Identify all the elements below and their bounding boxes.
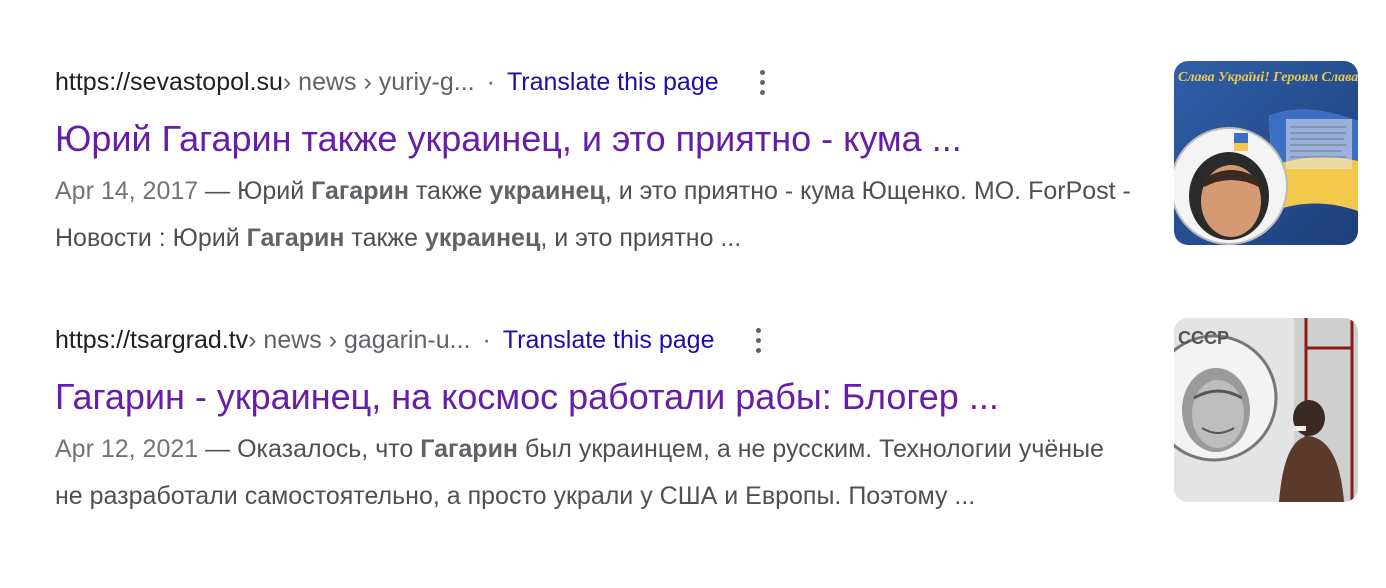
snippet-text: также [344, 224, 425, 252]
separator-dot: · [482, 325, 491, 354]
result-thumbnail[interactable]: Слава Україні! Героям Слава! [1174, 61, 1358, 245]
snippet-highlight: Гагарин [420, 435, 519, 463]
snippet-highlight: украинец [489, 177, 605, 205]
separator-dot: · [486, 67, 495, 96]
snippet-dash: — [198, 435, 238, 463]
result-date: Apr 14, 2017 [55, 177, 199, 205]
result-url-line: https://sevastopol.su › news › yuriy-g..… [55, 60, 1360, 104]
result-snippet: Apr 12, 2021 — Оказалось, что Гагарин бы… [55, 426, 1135, 520]
result-title-link[interactable]: Гагарин - украинец, на космос работали р… [55, 372, 1360, 422]
result-snippet: Apr 14, 2017 — Юрий Гагарин также украин… [55, 168, 1135, 262]
result-date: Apr 12, 2021 [55, 435, 199, 463]
result-url-path[interactable]: › news › yuriy-g... [283, 68, 475, 97]
translate-page-link[interactable]: Translate this page [503, 326, 715, 355]
snippet-text: Оказалось, что [237, 435, 421, 463]
snippet-highlight: украинец [425, 224, 541, 252]
translate-page-link[interactable]: Translate this page [507, 68, 719, 97]
more-options-icon[interactable] [747, 320, 771, 360]
result-url-domain[interactable]: https://sevastopol.su [55, 68, 283, 97]
more-options-icon[interactable] [751, 62, 775, 102]
gagarin-poster-image: СССР [1174, 318, 1358, 502]
result-url-path[interactable]: › news › gagarin-u... [248, 326, 470, 355]
search-result: https://sevastopol.su › news › yuriy-g..… [55, 60, 1360, 262]
astronaut-flag-image: Слава Україні! Героям Слава! [1174, 61, 1358, 245]
snippet-text: , и это приятно ... [540, 224, 742, 252]
search-result: https://tsargrad.tv › news › gagarin-u..… [55, 318, 1360, 520]
snippet-text: также [408, 177, 490, 205]
thumbnail-caption: Слава Україні! Героям Слава! [1178, 70, 1358, 85]
result-thumbnail[interactable]: СССР [1174, 318, 1358, 502]
snippet-text: Юрий [237, 177, 312, 205]
snippet-highlight: Гагарин [311, 177, 409, 205]
result-url-domain[interactable]: https://tsargrad.tv [55, 326, 248, 355]
thumbnail-caption: СССР [1178, 328, 1229, 348]
result-title-link[interactable]: Юрий Гагарин также украинец, и это прият… [55, 114, 1360, 164]
result-url-line: https://tsargrad.tv › news › gagarin-u..… [55, 318, 1360, 362]
snippet-dash: — [198, 177, 238, 205]
snippet-highlight: Гагарин [246, 224, 345, 252]
